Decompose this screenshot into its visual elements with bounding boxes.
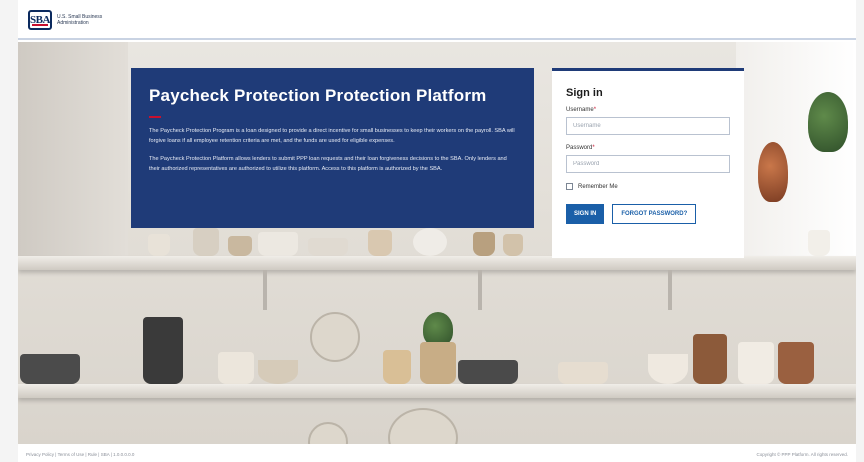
background-pot [20, 354, 80, 384]
background-plate [388, 408, 458, 444]
required-marker: * [592, 145, 595, 151]
footer-links[interactable]: Privacy Policy | Terms of Use | Rule | S… [26, 452, 134, 457]
background-pot [228, 236, 252, 256]
background-pot [778, 342, 814, 384]
background-pot [458, 360, 518, 384]
password-label: Password* [566, 145, 730, 151]
remember-me-label: Remember Me [578, 183, 618, 190]
background-bowl [258, 360, 298, 384]
background-pot [738, 342, 774, 384]
logo-mark-text: SBA [30, 14, 50, 26]
remember-me-row[interactable]: Remember Me [566, 183, 730, 190]
sba-logo-mark: SBA [28, 10, 52, 30]
shelf-bracket [263, 270, 267, 310]
footer-copyright: Copyright © PPP Platform. All rights res… [756, 451, 848, 457]
background-plate [310, 312, 360, 362]
top-bar: SBA U.S. Small Business Administration [18, 0, 856, 40]
username-input[interactable] [566, 117, 730, 135]
background-cabinet [18, 42, 128, 256]
background-pot [420, 342, 456, 384]
background-pot [143, 317, 183, 384]
background-bowl [648, 354, 688, 384]
logo-text: U.S. Small Business Administration [57, 14, 102, 26]
background-plant [423, 312, 453, 346]
background-pot [193, 228, 219, 256]
background-pot [383, 350, 411, 384]
sign-in-button[interactable]: SIGN IN [566, 204, 605, 224]
password-input[interactable] [566, 155, 730, 173]
logo-text-line2: Administration [57, 20, 89, 26]
background-plant [758, 142, 788, 202]
background-pot [808, 230, 830, 256]
remember-me-checkbox[interactable] [566, 183, 573, 190]
program-info-panel: Paycheck Protection Protection Platform … [131, 68, 534, 228]
sign-in-card: Sign in Username* Password* Remember Me … [552, 68, 744, 258]
username-label-text: Username [566, 107, 594, 113]
sign-in-actions: SIGN IN FORGOT PASSWORD? [566, 204, 730, 224]
top-shelf [18, 256, 856, 270]
platform-title: Paycheck Protection Protection Platform [149, 86, 487, 105]
sba-logo[interactable]: SBA U.S. Small Business Administration [28, 10, 102, 30]
background-pot [148, 234, 170, 256]
shelf-bracket [478, 270, 482, 310]
hero-background: Paycheck Protection Protection Platform … [18, 42, 856, 444]
title-accent-rule [149, 116, 161, 118]
background-pot [218, 352, 254, 384]
background-plate [308, 422, 348, 444]
footer: Privacy Policy | Terms of Use | Rule | S… [18, 446, 856, 462]
bottom-shelf [18, 384, 856, 398]
forgot-password-button[interactable]: FORGOT PASSWORD? [612, 204, 697, 224]
background-pot [558, 362, 608, 384]
sign-in-heading: Sign in [566, 87, 603, 99]
required-marker: * [593, 107, 597, 113]
background-pot [368, 230, 392, 256]
shelf-bracket [668, 270, 672, 310]
page-frame: SBA U.S. Small Business Administration P… [18, 0, 856, 462]
background-pot [258, 232, 298, 256]
background-plant [808, 92, 848, 152]
program-description: The Paycheck Protection Program is a loa… [149, 128, 515, 144]
background-pot [503, 234, 523, 256]
password-label-text: Password [566, 145, 593, 151]
background-pot [473, 232, 495, 256]
platform-description: The Paycheck Protection Platform allows … [149, 156, 507, 172]
username-label: Username* [566, 107, 730, 113]
background-pot [693, 334, 727, 384]
background-pot [413, 228, 447, 256]
background-pot [308, 238, 348, 256]
